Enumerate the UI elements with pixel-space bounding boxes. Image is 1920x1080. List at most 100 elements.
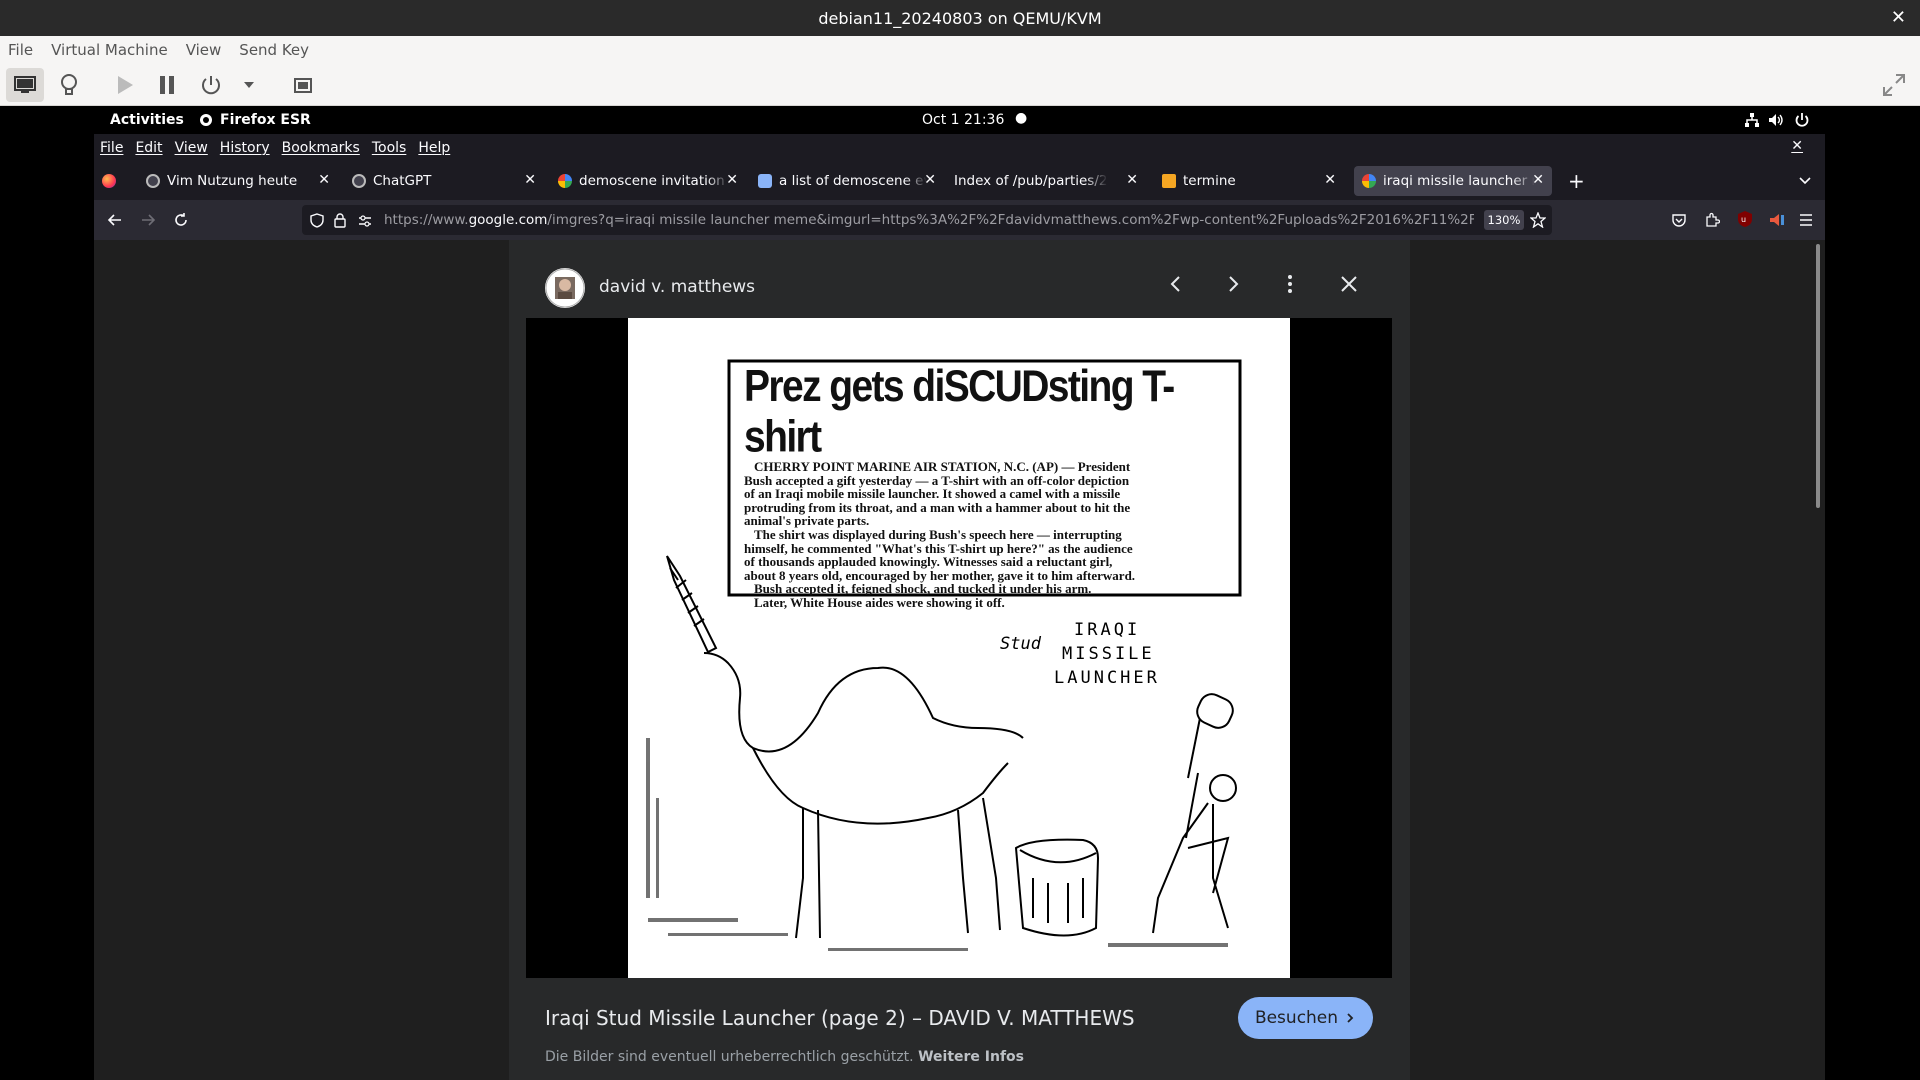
qemu-menu-send-key[interactable]: Send Key xyxy=(239,41,309,59)
qemu-menubar: File Virtual Machine View Send Key xyxy=(0,36,1920,64)
more-info-link[interactable]: Weitere Infos xyxy=(918,1049,1024,1065)
article-line: Bush accepted it, feigned shock, and tuc… xyxy=(754,581,1092,597)
volume-icon[interactable] xyxy=(1768,112,1784,132)
system-power-icon[interactable] xyxy=(1794,112,1810,132)
menu-view[interactable]: View xyxy=(175,140,208,156)
chevron-left-icon xyxy=(1170,276,1180,292)
google-icon xyxy=(558,174,572,188)
tab-vim[interactable]: Vim Nutzung heute ✕ xyxy=(138,166,338,196)
qemu-close-icon[interactable]: ✕ xyxy=(1891,7,1906,28)
tab-chatgpt[interactable]: ChatGPT ✕ xyxy=(344,166,544,196)
tab-iraqi-missile-launcher[interactable]: iraqi missile launcher mem ✕ xyxy=(1354,166,1552,196)
result-title-link[interactable]: Iraqi Stud Missile Launcher (page 2) – D… xyxy=(545,1006,1135,1030)
chevron-right-icon xyxy=(1347,1013,1354,1023)
tab-close-icon[interactable]: ✕ xyxy=(318,172,330,188)
tab-title: demoscene invitation revi xyxy=(579,173,729,189)
new-tab-button[interactable]: + xyxy=(1562,166,1588,196)
tab-title: Vim Nutzung heute xyxy=(167,173,298,189)
hamburger-menu-icon[interactable] xyxy=(1798,212,1814,232)
display-console-button[interactable] xyxy=(6,68,44,102)
zoom-level-badge[interactable]: 130% xyxy=(1484,210,1524,230)
qemu-menu-file[interactable]: File xyxy=(8,41,33,59)
tab-index-parties[interactable]: Index of /pub/parties/2014/d ✕ xyxy=(950,166,1146,196)
fullscreen-button[interactable] xyxy=(1876,68,1912,102)
article-line: The shirt was displayed during Bush's sp… xyxy=(754,526,1122,542)
reload-icon xyxy=(175,213,187,226)
reload-button[interactable] xyxy=(172,211,190,233)
scrollbar-thumb[interactable] xyxy=(1816,244,1820,508)
chevron-down-icon xyxy=(1799,177,1811,185)
tab-demoscene-events[interactable]: a list of demoscene event ✕ xyxy=(750,166,944,196)
openai-icon xyxy=(146,174,160,188)
source-avatar[interactable] xyxy=(545,268,585,308)
tab-close-icon[interactable]: ✕ xyxy=(1532,172,1544,188)
next-image-button[interactable] xyxy=(1223,274,1243,298)
forward-button[interactable] xyxy=(139,211,157,233)
url-bar[interactable]: https://www.google.com/imgres?q=iraqi mi… xyxy=(302,205,1552,235)
shutdown-button[interactable] xyxy=(194,68,228,102)
chevron-right-icon xyxy=(1229,276,1239,292)
tab-close-icon[interactable]: ✕ xyxy=(726,172,738,188)
tab-demoscene-invitation[interactable]: demoscene invitation revi ✕ xyxy=(550,166,746,196)
play-icon xyxy=(118,76,133,94)
window-title: debian11_20240803 on QEMU/KVM xyxy=(818,8,1102,28)
tab-close-icon[interactable]: ✕ xyxy=(524,172,536,188)
lock-icon[interactable] xyxy=(334,213,346,232)
more-options-button[interactable] xyxy=(1280,274,1300,298)
preview-image[interactable]: Prez gets diSCUDsting T-shirt CHERRY POI… xyxy=(628,318,1290,978)
activities-button[interactable]: Activities xyxy=(110,112,184,128)
shutdown-menu-button[interactable] xyxy=(234,68,264,102)
qemu-menu-virtual-machine[interactable]: Virtual Machine xyxy=(51,41,168,59)
back-button[interactable] xyxy=(106,211,124,233)
firefox-menubar: File Edit View History Bookmarks Tools H… xyxy=(94,134,1825,162)
network-icon[interactable] xyxy=(1744,112,1760,132)
tab-title: termine xyxy=(1183,173,1236,189)
menu-bookmarks[interactable]: Bookmarks xyxy=(282,140,360,156)
pause-button[interactable] xyxy=(150,68,184,102)
previous-image-button[interactable] xyxy=(1166,274,1186,298)
clock[interactable]: Oct 1 21:36 xyxy=(922,112,1004,128)
tab-close-icon[interactable]: ✕ xyxy=(1324,172,1336,188)
url-text[interactable]: https://www.google.com/imgres?q=iraqi mi… xyxy=(384,212,1474,228)
tab-close-icon[interactable]: ✕ xyxy=(924,172,936,188)
window-close-icon[interactable]: ✕ xyxy=(1791,138,1803,154)
copyright-notice: Die Bilder sind eventuell urheberrechtli… xyxy=(545,1049,1024,1065)
firefox-view-icon xyxy=(102,174,116,188)
tracking-protection-icon[interactable] xyxy=(310,213,324,232)
openai-icon xyxy=(352,174,366,188)
firefox-icon xyxy=(200,114,212,126)
qemu-menu-view[interactable]: View xyxy=(186,41,222,59)
svg-text:u: u xyxy=(1741,215,1746,224)
pocket-icon[interactable] xyxy=(1671,212,1687,232)
run-button[interactable] xyxy=(108,68,142,102)
source-name[interactable]: david v. matthews xyxy=(599,277,755,297)
more-vert-icon xyxy=(1288,275,1292,293)
menu-history[interactable]: History xyxy=(220,140,270,156)
avatar-image xyxy=(545,268,585,308)
visit-button[interactable]: Besuchen xyxy=(1238,997,1373,1039)
permissions-icon[interactable] xyxy=(358,213,372,232)
menu-help[interactable]: Help xyxy=(418,140,450,156)
navigation-bar: https://www.google.com/imgres?q=iraqi mi… xyxy=(94,200,1825,240)
article-line: about 8 years old, encouraged by her mot… xyxy=(744,567,1136,583)
article-line: Later, White House aides were showing it… xyxy=(754,594,1005,610)
menu-tools[interactable]: Tools xyxy=(372,140,407,156)
menu-edit[interactable]: Edit xyxy=(135,140,162,156)
list-all-tabs-button[interactable] xyxy=(1794,166,1820,196)
tab-termine[interactable]: termine ✕ xyxy=(1154,166,1350,196)
extensions-icon[interactable] xyxy=(1704,212,1721,232)
ublock-origin-icon[interactable]: u xyxy=(1736,210,1754,232)
article-line: Bush accepted a gift yesterday — a T-shi… xyxy=(744,472,1130,488)
details-button[interactable] xyxy=(52,68,86,102)
close-viewer-button[interactable] xyxy=(1339,274,1359,298)
audio-extension-icon[interactable] xyxy=(1768,211,1786,233)
app-menu[interactable]: Firefox ESR xyxy=(198,112,311,128)
snapshots-button[interactable] xyxy=(286,68,320,102)
bookmark-star-icon[interactable] xyxy=(1529,211,1547,232)
firefox-view-button[interactable] xyxy=(98,166,122,196)
tab-close-icon[interactable]: ✕ xyxy=(1126,172,1138,188)
notification-dot-icon: ● xyxy=(1015,110,1028,126)
newspaper-clipping: Prez gets diSCUDsting T-shirt CHERRY POI… xyxy=(744,362,1228,610)
visit-button-label: Besuchen xyxy=(1254,1008,1339,1028)
menu-file[interactable]: File xyxy=(100,140,123,156)
